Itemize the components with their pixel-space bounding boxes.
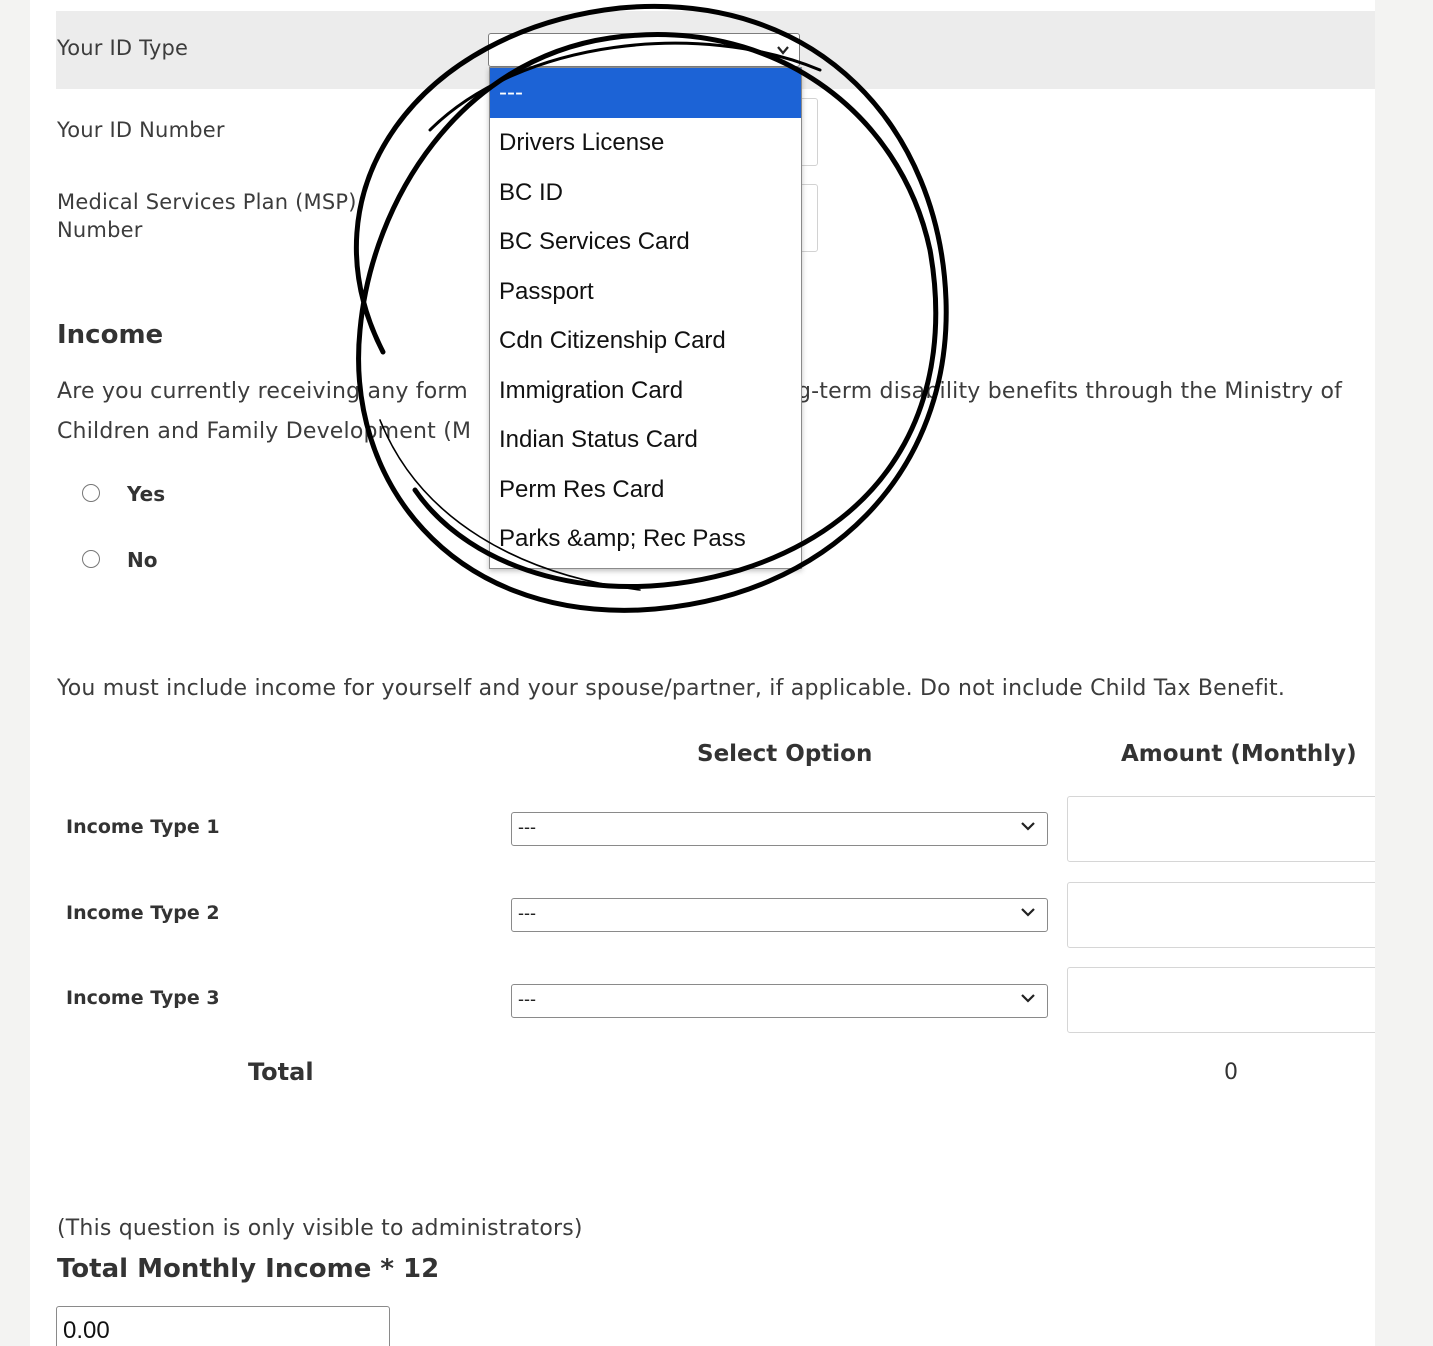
income-type-1-amount[interactable] [1067, 796, 1375, 862]
dropdown-option-perm-res-card[interactable]: Perm Res Card [490, 465, 801, 515]
dropdown-option-drivers-license[interactable]: Drivers License [490, 118, 801, 168]
income-type-3-label: Income Type 3 [66, 987, 220, 1009]
income-question-line1: Are you currently receiving any form [57, 379, 468, 404]
dropdown-option-immigration-card[interactable]: Immigration Card [490, 366, 801, 416]
total-monthly-income-heading: Total Monthly Income * 12 [57, 1254, 440, 1284]
income-type-2-value: --- [518, 903, 536, 923]
id-type-select[interactable] [488, 33, 800, 67]
radio-no[interactable] [82, 550, 100, 568]
select-option-header: Select Option [697, 741, 873, 767]
radio-yes-label: Yes [127, 482, 166, 506]
radio-yes[interactable] [82, 484, 100, 502]
msp-label-line1: Medical Services Plan (MSP) [57, 190, 357, 214]
dropdown-option-bc-services-card[interactable]: BC Services Card [490, 217, 801, 267]
total-value: 0 [1224, 1060, 1238, 1085]
chevron-down-icon [777, 46, 789, 55]
total-label: Total [248, 1058, 314, 1086]
income-heading: Income [57, 320, 164, 350]
admin-note: (This question is only visible to admini… [57, 1216, 583, 1241]
income-note: You must include income for yourself and… [57, 676, 1286, 701]
income-type-3-value: --- [518, 989, 536, 1009]
total-monthly-income-input[interactable]: 0.00 [56, 1306, 390, 1346]
income-type-3-amount[interactable] [1067, 967, 1375, 1033]
dropdown-option-none[interactable]: --- [490, 68, 801, 118]
msp-label-line2: Number [57, 218, 143, 242]
income-type-2-amount[interactable] [1067, 882, 1375, 948]
dropdown-option-indian-status-card[interactable]: Indian Status Card [490, 415, 801, 465]
income-type-2-select[interactable]: --- [511, 898, 1048, 932]
income-question-line2: Children and Family Development (M [57, 419, 472, 444]
income-type-1-label: Income Type 1 [66, 816, 220, 838]
dropdown-option-bc-id[interactable]: BC ID [490, 168, 801, 218]
income-type-1-value: --- [518, 817, 536, 837]
chevron-down-icon [1021, 822, 1035, 831]
income-question-line1-right: g-term disability benefits through the M… [797, 379, 1343, 404]
amount-monthly-header: Amount (Monthly) [1121, 741, 1357, 767]
id-number-label: Your ID Number [57, 118, 225, 142]
dropdown-option-parks-rec-pass[interactable]: Parks &amp; Rec Pass [490, 514, 801, 564]
income-type-1-select[interactable]: --- [511, 812, 1048, 846]
id-type-label: Your ID Type [57, 36, 189, 60]
form-card: Your ID Type Your ID Number Medical Serv… [30, 0, 1375, 1346]
radio-no-label: No [127, 548, 158, 572]
chevron-down-icon [1021, 908, 1035, 917]
income-type-2-label: Income Type 2 [66, 902, 220, 924]
dropdown-option-passport[interactable]: Passport [490, 267, 801, 317]
dropdown-option-cdn-citizenship-card[interactable]: Cdn Citizenship Card [490, 316, 801, 366]
total-monthly-income-value: 0.00 [63, 1317, 110, 1344]
chevron-down-icon [1021, 994, 1035, 1003]
id-type-dropdown-list: --- Drivers License BC ID BC Services Ca… [489, 67, 802, 569]
income-type-3-select[interactable]: --- [511, 984, 1048, 1018]
